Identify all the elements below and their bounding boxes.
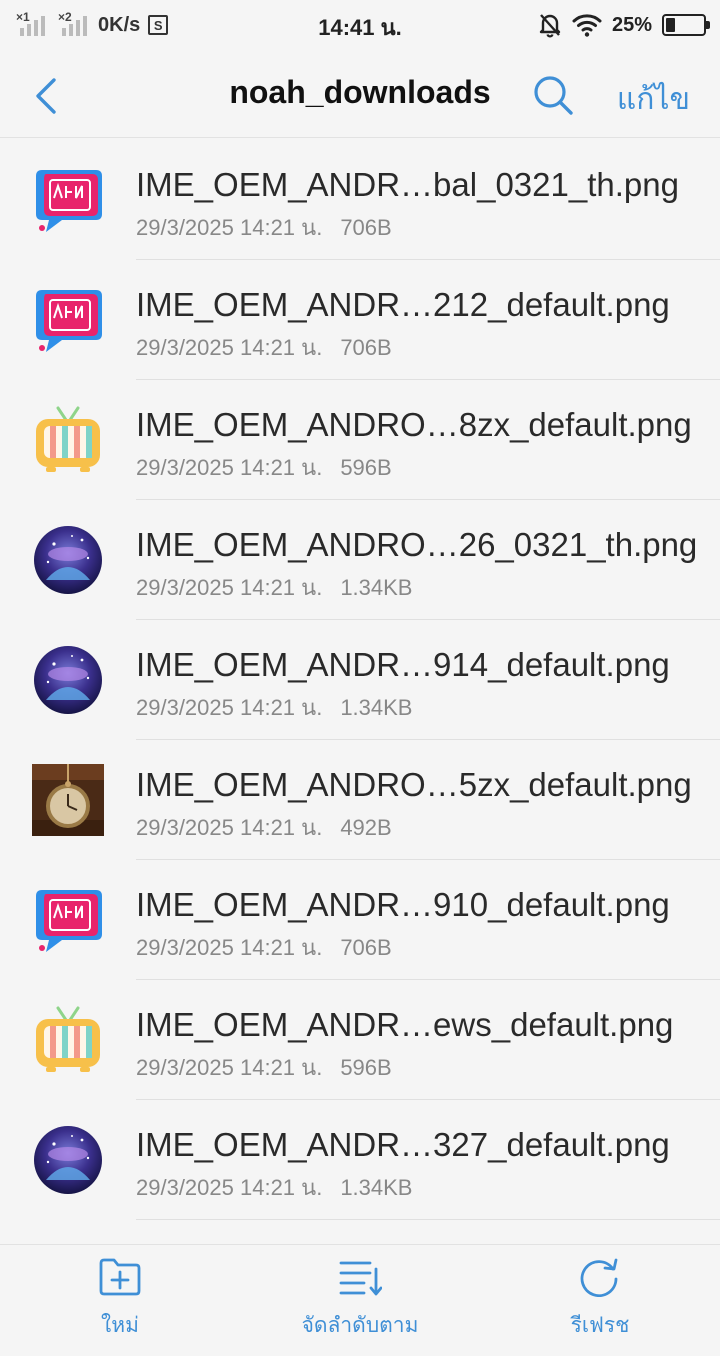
file-row[interactable]: IME_OEM_ANDR…910_default.png 29/3/2025 14… — [0, 860, 720, 980]
file-row[interactable]: IME_OEM_ANDRO…5zx_default.png 29/3/2025 1… — [0, 740, 720, 860]
file-date: 29/3/2025 14:21 น. — [136, 815, 323, 840]
status-bar: ×1 ×2 0K/s S 14:41 น. 25% — [0, 0, 720, 50]
file-thumbnail — [32, 524, 104, 596]
file-meta: 29/3/2025 14:21 น. 706B — [136, 210, 392, 245]
file-size: 706B — [340, 335, 392, 360]
file-size: 596B — [340, 455, 392, 480]
file-name: IME_OEM_ANDR…914_default.png — [136, 646, 670, 683]
title-bar: noah_downloads แก้ไข — [0, 50, 720, 138]
search-icon[interactable] — [530, 72, 576, 118]
file-thumbnail — [32, 164, 104, 236]
file-name: IME_OEM_ANDR…327_default.png — [136, 1126, 670, 1163]
file-thumbnail — [32, 1004, 104, 1076]
file-name: IME_OEM_ANDR…910_default.png — [136, 886, 670, 923]
refresh-button[interactable]: รีเฟรช — [500, 1257, 700, 1342]
file-row[interactable]: IME_OEM_ANDR…ews_default.png 29/3/2025 14… — [0, 980, 720, 1100]
refresh-icon — [580, 1258, 618, 1297]
sort-button[interactable]: จัดลำดับตาม — [260, 1257, 460, 1342]
file-size: 1.34KB — [340, 695, 413, 720]
file-date: 29/3/2025 14:21 น. — [136, 215, 323, 240]
file-date: 29/3/2025 14:21 น. — [136, 695, 323, 720]
file-meta: 29/3/2025 14:21 น. 706B — [136, 330, 392, 365]
file-thumbnail — [32, 644, 104, 716]
battery-percentage: 25% — [611, 13, 652, 36]
file-meta: 29/3/2025 14:21 น. 596B — [136, 450, 392, 485]
file-meta: 29/3/2025 14:21 น. 1.34KB — [136, 690, 412, 725]
file-name: IME_OEM_ANDR…bal_0321_th.png — [136, 166, 679, 203]
file-meta: 29/3/2025 14:21 น. 596B — [136, 1050, 392, 1085]
page-title: noah_downloads — [229, 74, 491, 110]
news-bubble-thumbnail — [36, 890, 102, 952]
file-row[interactable]: IME_OEM_ANDR…914_default.png 29/3/2025 14… — [0, 620, 720, 740]
edit-button[interactable]: แก้ไข — [617, 76, 690, 123]
news-bubble-thumbnail — [36, 290, 102, 352]
file-size: 706B — [340, 215, 392, 240]
file-name: IME_OEM_ANDR…ews_default.png — [136, 1006, 674, 1043]
bottom-toolbar: ใหม่ จัดลำดับตาม รีเฟรช — [0, 1244, 720, 1356]
file-thumbnail — [32, 1124, 104, 1196]
news-bubble-thumbnail — [36, 170, 102, 232]
new-button[interactable]: ใหม่ — [20, 1257, 220, 1342]
file-thumbnail — [32, 884, 104, 956]
file-date: 29/3/2025 14:21 น. — [136, 935, 323, 960]
file-size: 596B — [340, 1055, 392, 1080]
file-row[interactable]: IME_OEM_ANDR…327_default.png 29/3/2025 14… — [0, 1100, 720, 1220]
file-thumbnail — [32, 764, 104, 836]
sort-button-label: จัดลำดับตาม — [301, 1314, 419, 1337]
galaxy-thumbnail — [34, 1126, 102, 1194]
new-button-label: ใหม่ — [101, 1314, 139, 1337]
file-name: IME_OEM_ANDRO…26_0321_th.png — [136, 526, 698, 563]
file-list: IME_OEM_ANDR…bal_0321_th.png 29/3/2025 14… — [0, 140, 720, 1220]
file-size: 1.34KB — [340, 575, 413, 600]
galaxy-thumbnail — [34, 526, 102, 594]
sort-icon — [339, 1261, 382, 1296]
file-size: 1.34KB — [340, 1175, 413, 1200]
file-size: 492B — [340, 815, 392, 840]
file-meta: 29/3/2025 14:21 น. 1.34KB — [136, 1170, 412, 1205]
file-thumbnail — [32, 284, 104, 356]
file-meta: 29/3/2025 14:21 น. 1.34KB — [136, 570, 412, 605]
status-right: 25% — [538, 8, 710, 42]
file-date: 29/3/2025 14:21 น. — [136, 575, 323, 600]
file-row[interactable]: IME_OEM_ANDR…212_default.png 29/3/2025 14… — [0, 260, 720, 380]
clock-thumbnail — [32, 764, 104, 836]
file-row[interactable]: IME_OEM_ANDRO…8zx_default.png 29/3/2025 1… — [0, 380, 720, 500]
galaxy-thumbnail — [34, 646, 102, 714]
file-size: 706B — [340, 935, 392, 960]
file-row[interactable]: IME_OEM_ANDRO…26_0321_th.png 29/3/2025 14… — [0, 500, 720, 620]
file-date: 29/3/2025 14:21 น. — [136, 335, 323, 360]
battery-level-fill — [666, 18, 675, 32]
battery-icon — [662, 14, 710, 36]
file-date: 29/3/2025 14:21 น. — [136, 455, 323, 480]
file-thumbnail — [32, 404, 104, 476]
file-name: IME_OEM_ANDR…212_default.png — [136, 286, 670, 323]
new-folder-icon — [99, 1258, 141, 1296]
tv-thumbnail — [36, 1006, 100, 1072]
file-date: 29/3/2025 14:21 น. — [136, 1055, 323, 1080]
file-name: IME_OEM_ANDRO…8zx_default.png — [136, 406, 692, 443]
file-date: 29/3/2025 14:21 น. — [136, 1175, 323, 1200]
file-meta: 29/3/2025 14:21 น. 492B — [136, 810, 392, 845]
tv-thumbnail — [36, 406, 100, 472]
file-meta: 29/3/2025 14:21 น. 706B — [136, 930, 392, 965]
silent-bell-icon — [539, 14, 561, 38]
refresh-button-label: รีเฟรช — [570, 1314, 630, 1337]
file-row[interactable]: IME_OEM_ANDR…bal_0321_th.png 29/3/2025 14… — [0, 140, 720, 260]
file-name: IME_OEM_ANDRO…5zx_default.png — [136, 766, 692, 803]
wifi-icon — [572, 14, 602, 37]
